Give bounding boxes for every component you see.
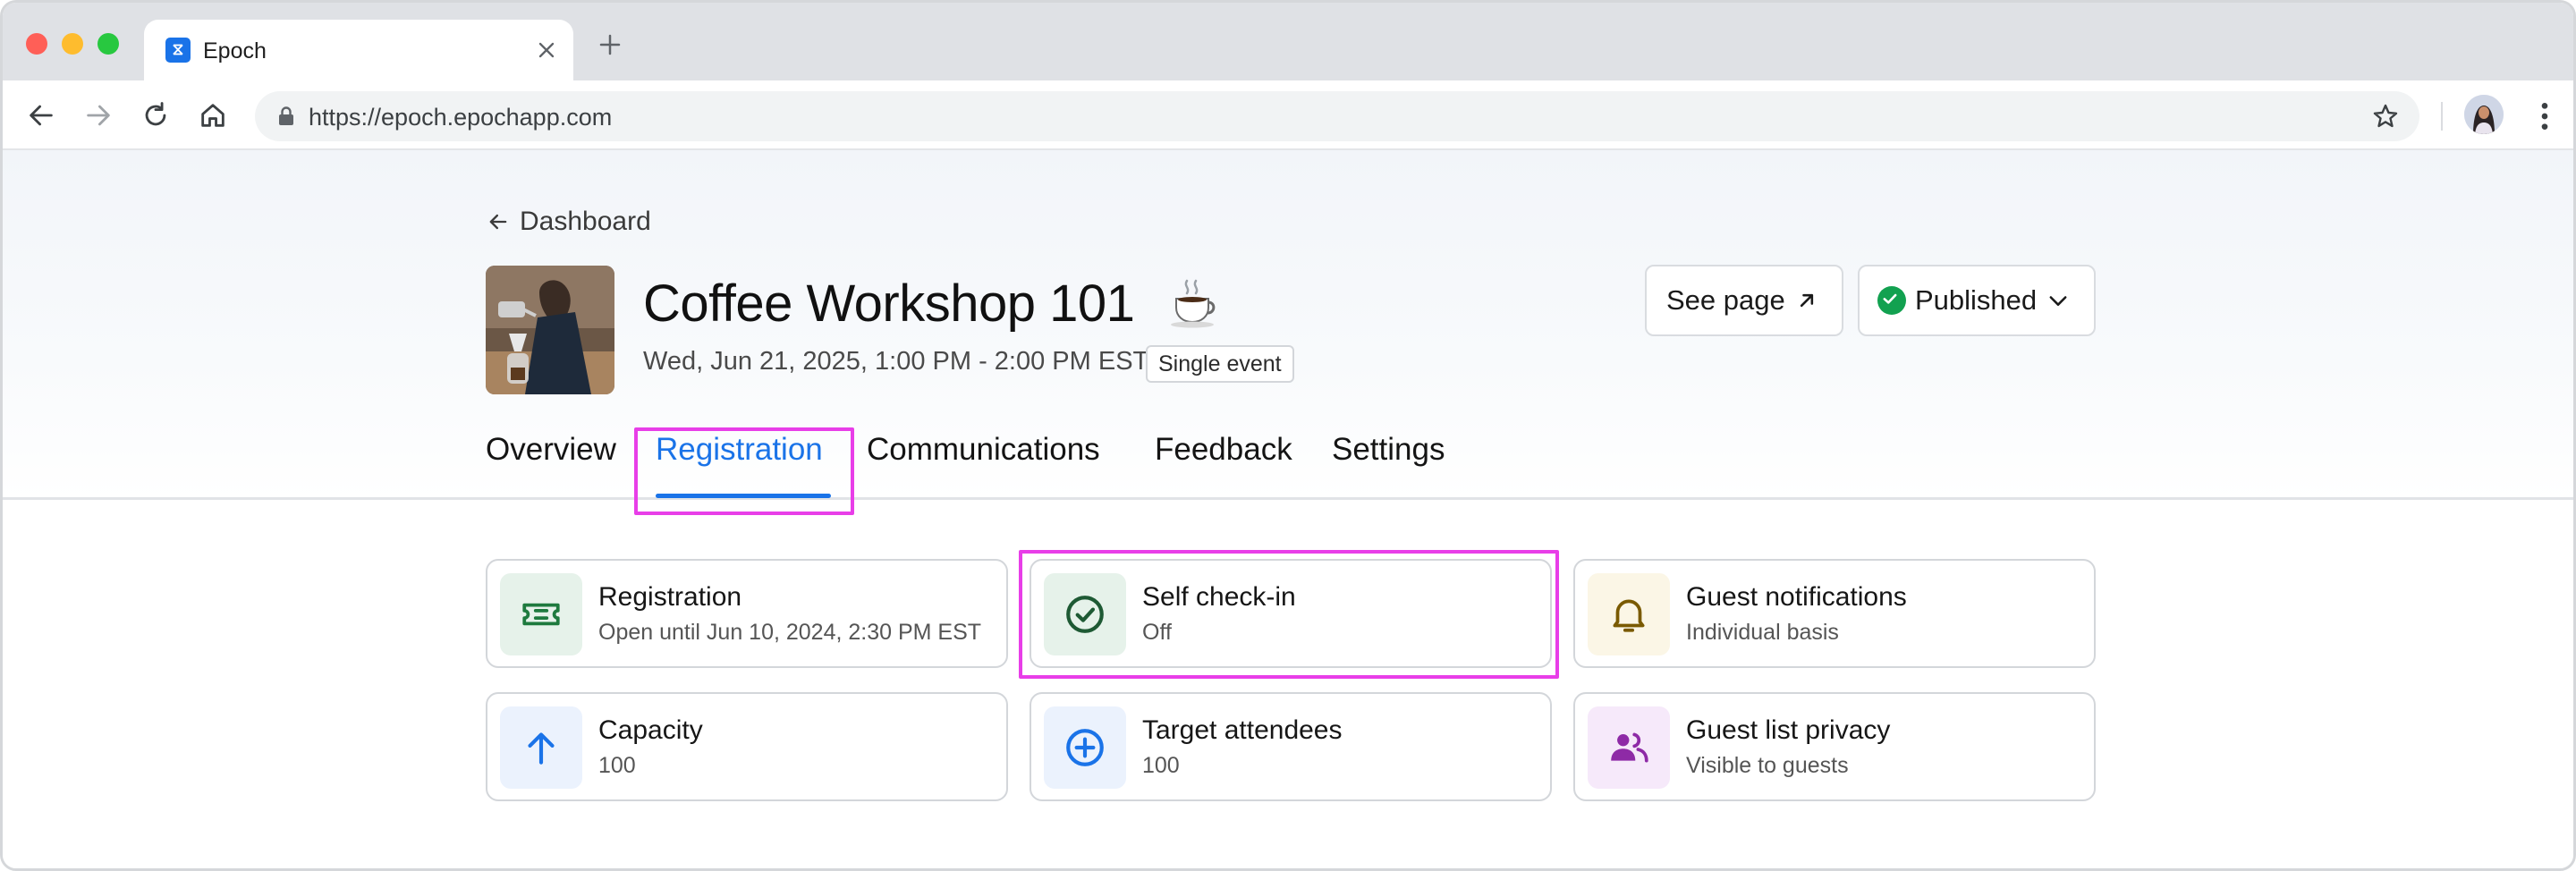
publish-status-label: Published (1915, 284, 2038, 316)
target-attendees-card[interactable]: Target attendees 100 (1030, 692, 1552, 801)
back-arrow-icon[interactable] (26, 100, 56, 131)
plus-circle-icon (1044, 706, 1126, 789)
ticket-icon (500, 573, 582, 655)
chevron-down-icon (2049, 296, 2067, 306)
forward-arrow-icon[interactable] (83, 100, 114, 131)
card-subtitle: Open until Jun 10, 2024, 2:30 PM EST (598, 620, 982, 645)
reload-icon[interactable] (140, 100, 171, 131)
browser-tab[interactable]: ⧖ Epoch (144, 20, 573, 80)
arrow-left-icon (489, 214, 507, 230)
close-tab-icon[interactable] (534, 38, 559, 63)
published-check-icon (1877, 286, 1906, 315)
see-page-label: See page (1666, 284, 1785, 316)
back-to-dashboard-link[interactable]: Dashboard (486, 204, 651, 240)
browser-menu-icon[interactable] (2527, 98, 2563, 134)
lock-icon (279, 106, 293, 125)
card-subtitle: 100 (1142, 753, 1180, 778)
new-tab-icon[interactable] (597, 31, 623, 58)
card-title: Guest notifications (1686, 582, 1907, 612)
capacity-card[interactable]: Capacity 100 (486, 692, 1008, 801)
tab-settings[interactable]: Settings (1332, 427, 1445, 472)
profile-avatar[interactable] (2464, 95, 2504, 134)
self-check-in-highlight (1019, 550, 1559, 679)
address-bar[interactable]: https://epoch.epochapp.com (255, 91, 2419, 141)
coffee-cup-icon (1171, 279, 1216, 328)
registration-tab-highlight (634, 427, 854, 515)
card-title: Registration (598, 582, 742, 612)
page-content: Dashboard Coffee Workshop 101 Wed, Jun 2… (3, 150, 2573, 868)
publish-status-dropdown[interactable]: Published (1858, 265, 2096, 336)
guest-notifications-card[interactable]: Guest notifications Individual basis (1573, 559, 2096, 668)
bell-icon (1588, 573, 1670, 655)
tab-communications[interactable]: Communications (867, 427, 1100, 472)
guest-list-privacy-card[interactable]: Guest list privacy Visible to guests (1573, 692, 2096, 801)
external-arrow-icon (1800, 293, 1813, 308)
event-type-badge: Single event (1146, 345, 1294, 383)
home-icon[interactable] (198, 100, 228, 131)
browser-toolbar: https://epoch.epochapp.com (3, 80, 2573, 150)
url-text: https://epoch.epochapp.com (309, 104, 613, 131)
event-title: Coffee Workshop 101 (643, 275, 1135, 333)
see-page-button[interactable]: See page (1645, 265, 1843, 336)
card-title: Capacity (598, 715, 703, 745)
close-window-button[interactable] (26, 33, 47, 55)
card-title: Target attendees (1142, 715, 1343, 745)
bookmark-star-icon[interactable] (2371, 102, 2400, 131)
tab-feedback[interactable]: Feedback (1155, 427, 1292, 472)
browser-tab-title: Epoch (203, 38, 267, 63)
card-subtitle: Visible to guests (1686, 753, 1849, 778)
hourglass-favicon-icon: ⧖ (165, 38, 191, 63)
card-title: Guest list privacy (1686, 715, 1891, 745)
tab-strip: ⧖ Epoch (3, 3, 2573, 80)
header-divider (3, 497, 2573, 500)
arrow-up-icon (500, 706, 582, 789)
toolbar-divider (2441, 102, 2443, 131)
browser-window: ⧖ Epoch https://epoch.epochapp.com Dashb… (0, 0, 2576, 871)
registration-card[interactable]: Registration Open until Jun 10, 2024, 2:… (486, 559, 1008, 668)
card-subtitle: 100 (598, 753, 636, 778)
tab-overview[interactable]: Overview (486, 427, 616, 472)
maximize-window-button[interactable] (97, 33, 119, 55)
card-subtitle: Individual basis (1686, 620, 1839, 645)
minimize-window-button[interactable] (62, 33, 83, 55)
back-link-label: Dashboard (520, 207, 651, 236)
event-datetime: Wed, Jun 21, 2025, 1:00 PM - 2:00 PM EST (643, 347, 1149, 376)
people-icon (1588, 706, 1670, 789)
event-thumbnail (486, 266, 614, 394)
